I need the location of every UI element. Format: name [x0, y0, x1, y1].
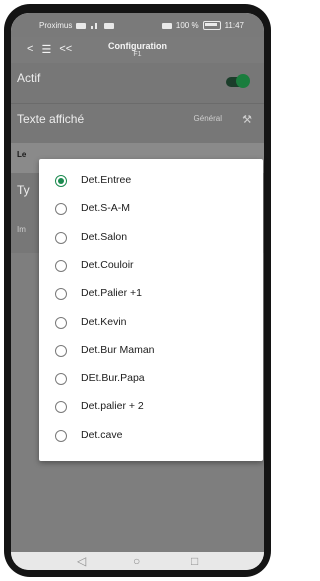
lte-icon	[76, 22, 87, 29]
page-subtitle: F1	[133, 51, 142, 58]
dialog-option[interactable]: Det.palier + 2	[39, 393, 263, 420]
radio-icon[interactable]	[55, 401, 67, 414]
option-label: Det.Bur Maman	[81, 343, 155, 356]
dialog-option[interactable]: Det.Couloir	[39, 252, 263, 279]
ty-label: Ty	[17, 183, 30, 197]
radio-icon[interactable]	[55, 344, 67, 357]
page-title: Configuration	[108, 41, 167, 51]
status-right: 100 % 11:47	[161, 21, 244, 30]
option-label: Det.Entree	[81, 174, 132, 186]
radio-icon[interactable]	[55, 259, 67, 272]
option-label: Det.Palier +1	[81, 287, 142, 300]
dialog-option[interactable]: Det.Bur Maman	[39, 337, 263, 364]
radio-icon[interactable]	[55, 373, 67, 386]
app-bar: < ☰ << Configuration F1	[11, 37, 264, 63]
dialog-option[interactable]: Det.Entree	[39, 167, 263, 194]
le-label: Le	[17, 150, 27, 159]
toggle-knob	[236, 74, 250, 88]
nav-back-icon[interactable]: ◁	[77, 554, 86, 568]
radio-icon[interactable]	[55, 429, 67, 442]
option-label: DEt.Bur.Papa	[81, 372, 145, 385]
radio-icon[interactable]	[55, 203, 67, 216]
radio-icon[interactable]	[55, 175, 67, 187]
actif-toggle[interactable]	[226, 74, 250, 88]
signal-icon	[90, 22, 100, 29]
option-label: Det.Couloir	[81, 258, 134, 271]
dialog-option[interactable]: DEt.Bur.Papa	[39, 365, 263, 392]
nfc-icon	[161, 22, 172, 29]
actif-label: Actif	[17, 71, 41, 85]
status-bar: Proximus 100 % 11:47	[11, 13, 264, 37]
battery-text: 100 %	[175, 21, 199, 30]
option-label: Det.cave	[81, 428, 123, 441]
status-left: Proximus	[39, 21, 115, 30]
dialog-option[interactable]: Det.Kevin	[39, 309, 263, 336]
texte-value[interactable]: Général	[194, 114, 222, 123]
option-label: Det.Kevin	[81, 315, 127, 328]
radio-icon[interactable]	[55, 316, 67, 329]
dialog-option[interactable]: Det.Salon	[39, 224, 263, 251]
option-label: Det.S-A-M	[81, 202, 131, 215]
system-nav-bar: ◁ ○ □	[11, 552, 264, 570]
nav-home-icon[interactable]: ○	[133, 554, 140, 568]
battery-icon	[202, 21, 221, 30]
dialog-option[interactable]: Det.S-A-M	[39, 195, 263, 222]
option-label: Det.palier + 2	[81, 400, 144, 413]
texte-label: Texte affiché	[17, 112, 85, 126]
dialog-option[interactable]: Det.cave	[39, 422, 263, 449]
actif-row: Actif	[11, 63, 264, 103]
carrier-label: Proximus	[39, 21, 73, 30]
selection-dialog: Det.Entree Det.S-A-M Det.Salon Det.Couloir D…	[39, 159, 263, 461]
wrench-icon[interactable]: ⚒	[242, 113, 252, 126]
im-label: Im	[17, 225, 26, 234]
mail-icon	[104, 22, 115, 29]
radio-icon[interactable]	[55, 288, 67, 301]
texte-row: Texte affiché Général ⚒	[11, 103, 264, 144]
nav-recent-icon[interactable]: □	[191, 554, 198, 568]
radio-icon[interactable]	[55, 231, 67, 244]
dialog-option[interactable]: Det.Palier +1	[39, 280, 263, 307]
option-label: Det.Salon	[81, 230, 128, 243]
clock: 11:47	[224, 21, 244, 30]
phone-frame: Proximus 100 % 11:47 < ☰ << Configuratio…	[4, 4, 271, 577]
